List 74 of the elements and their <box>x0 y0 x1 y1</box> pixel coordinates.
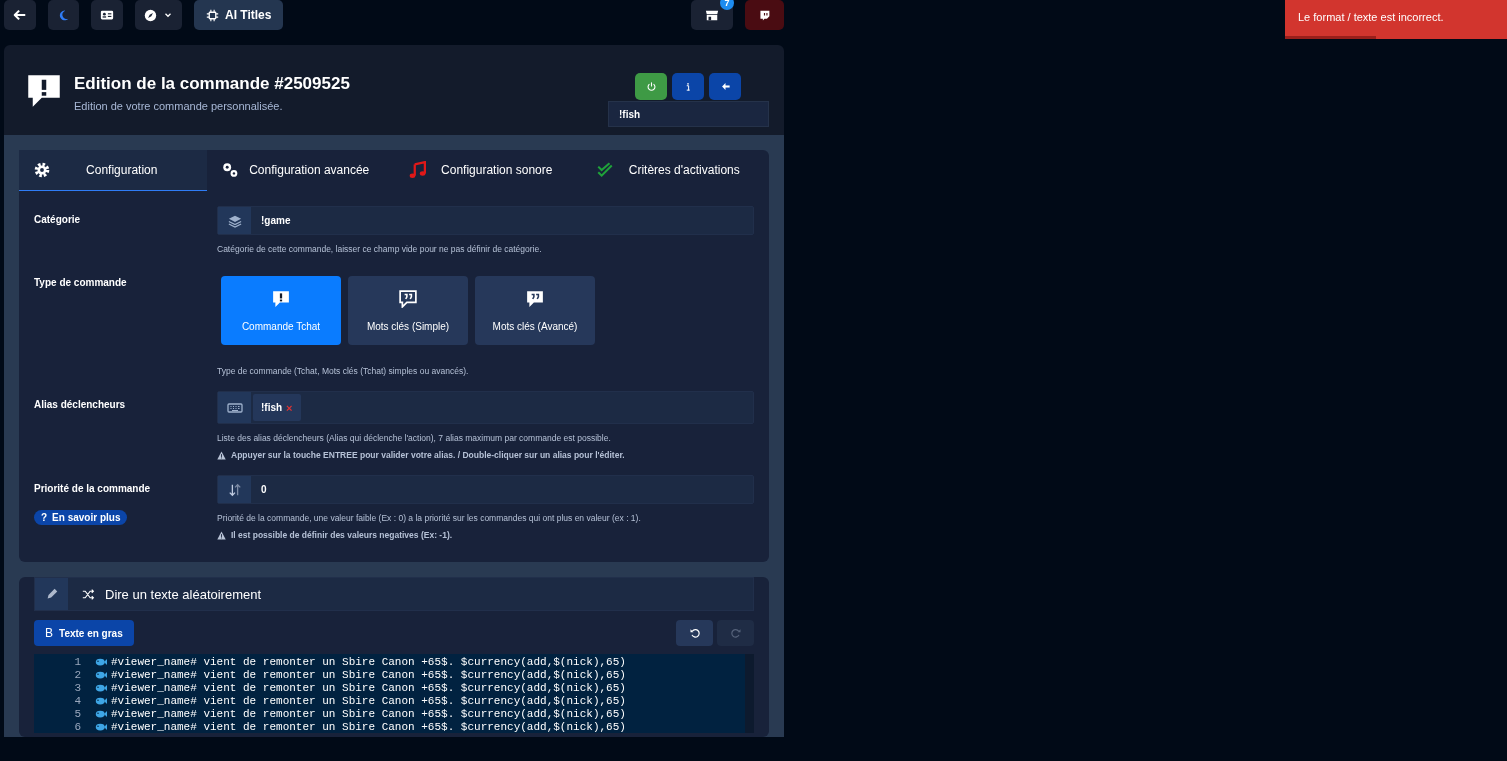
explore-dropdown-button[interactable] <box>135 0 182 30</box>
warning-text: Il est possible de définir des valeurs negatives (Ex: -1). <box>231 530 453 540</box>
help-text: Priorité de la commande, une valeur faible (Ex : 0) a la priorité sur les commandes qui ont plus en valeur (ex : 1). <box>217 513 642 523</box>
settings-icon <box>33 161 51 179</box>
shuffle-icon <box>82 587 95 601</box>
chat-alert-icon <box>26 73 62 109</box>
gears-icon <box>220 161 239 179</box>
learn-more-button[interactable]: ? En savoir plus <box>34 510 128 525</box>
field-label: Alias déclencheurs <box>34 398 126 410</box>
undo-button[interactable] <box>676 620 713 646</box>
tab[interactable]: Configuration sonore <box>394 150 582 191</box>
info-button[interactable] <box>672 73 704 100</box>
back-button[interactable] <box>4 0 36 30</box>
undo-icon <box>688 627 701 639</box>
store-icon <box>705 8 719 22</box>
notification-badge: 7 <box>720 0 734 10</box>
chip-icon <box>206 8 219 22</box>
help-text: Type de commande (Tchat, Mots clés (Tchat) simples ou avancés). <box>217 366 470 376</box>
layers-icon <box>227 213 242 228</box>
power-button[interactable] <box>635 73 667 100</box>
twitch-button[interactable] <box>745 0 784 30</box>
tab[interactable]: Configuration <box>19 150 207 191</box>
command-type-option[interactable]: Mots clés (Avancé) <box>475 276 595 345</box>
tab[interactable]: Critères d'activations <box>581 150 769 191</box>
code-line: #viewer_name# vient de remonter un Sbire Canon +65$. $currency(add,$(nick),65) <box>111 707 626 720</box>
double-check-icon <box>595 161 614 179</box>
theme-toggle-button[interactable] <box>48 0 79 30</box>
command-type-option[interactable]: Commande Tchat <box>221 276 341 345</box>
command-type-option[interactable]: Mots clés (Simple) <box>348 276 468 345</box>
bold-text-button[interactable]: B Texte en gras <box>34 620 134 646</box>
help-text: Catégorie de cette commande, laisser ce champ vide pour ne pas définir de catégorie. <box>217 244 543 254</box>
sort-arrows-icon <box>227 482 242 497</box>
back-icon <box>13 8 27 22</box>
line-number: 6 <box>73 720 81 733</box>
alias-tag[interactable]: !fish × <box>253 394 301 421</box>
code-editor[interactable] <box>34 654 754 733</box>
line-number: 5 <box>73 707 81 720</box>
redo-icon <box>729 627 742 639</box>
line-number: 3 <box>73 681 81 694</box>
code-line: #viewer_name# vient de remonter un Sbire Canon +65$. $currency(add,$(nick),65) <box>111 681 626 694</box>
arrow-left-icon <box>719 81 731 92</box>
alias-field[interactable]: !fish × <box>217 391 754 424</box>
page-subtitle: Edition de votre commande personnalisée. <box>74 100 284 112</box>
command-search-field[interactable]: !fish <box>608 101 769 127</box>
id-card-button[interactable] <box>91 0 123 30</box>
line-number: 1 <box>73 655 81 668</box>
warning-icon <box>217 450 226 460</box>
field-label: Type de commande <box>34 276 127 288</box>
code-line: #viewer_name# vient de remonter un Sbire Canon +65$. $currency(add,$(nick),65) <box>111 694 626 707</box>
power-icon <box>645 81 657 92</box>
chat-alert-icon <box>272 289 290 308</box>
field-label: Priorité de la commande <box>34 482 151 494</box>
compass-icon <box>144 8 157 22</box>
music-note-icon <box>408 161 426 179</box>
warning-text: Appuyer sur la touche ENTREE pour valider votre alias. / Double-cliquer sur un alias pour l'éditer. <box>231 450 625 460</box>
field-label: Catégorie <box>34 213 81 225</box>
tab[interactable]: Configuration avancée <box>206 150 394 191</box>
ai-titles-button[interactable]: AI Titles <box>194 0 284 30</box>
line-number: 2 <box>73 668 81 681</box>
twitch-icon <box>758 8 771 22</box>
code-line: #viewer_name# vient de remonter un Sbire Canon +65$. $currency(add,$(nick),65) <box>111 655 626 668</box>
warning-icon <box>217 530 226 540</box>
back-arrow-button[interactable] <box>709 73 741 100</box>
page-title: Edition de la commande #2509525 <box>74 74 351 94</box>
code-line: #viewer_name# vient de remonter un Sbire Canon +65$. $currency(add,$(nick),65) <box>111 668 626 681</box>
id-card-icon <box>100 8 114 22</box>
quote-bubble-icon <box>526 289 544 308</box>
line-number: 4 <box>73 694 81 707</box>
toast-message: Le format / texte est incorrect. <box>1298 11 1444 23</box>
response-title: Dire un texte aléatoirement <box>105 586 262 602</box>
quote-bubble-icon <box>399 289 417 308</box>
help-text: Liste des alias déclencheurs (Alias qui déclenche l'action), 7 alias maximum par commande est possible. <box>217 433 612 443</box>
moon-icon <box>57 8 70 22</box>
code-line: #viewer_name# vient de remonter un Sbire Canon +65$. $currency(add,$(nick),65) <box>111 720 626 733</box>
